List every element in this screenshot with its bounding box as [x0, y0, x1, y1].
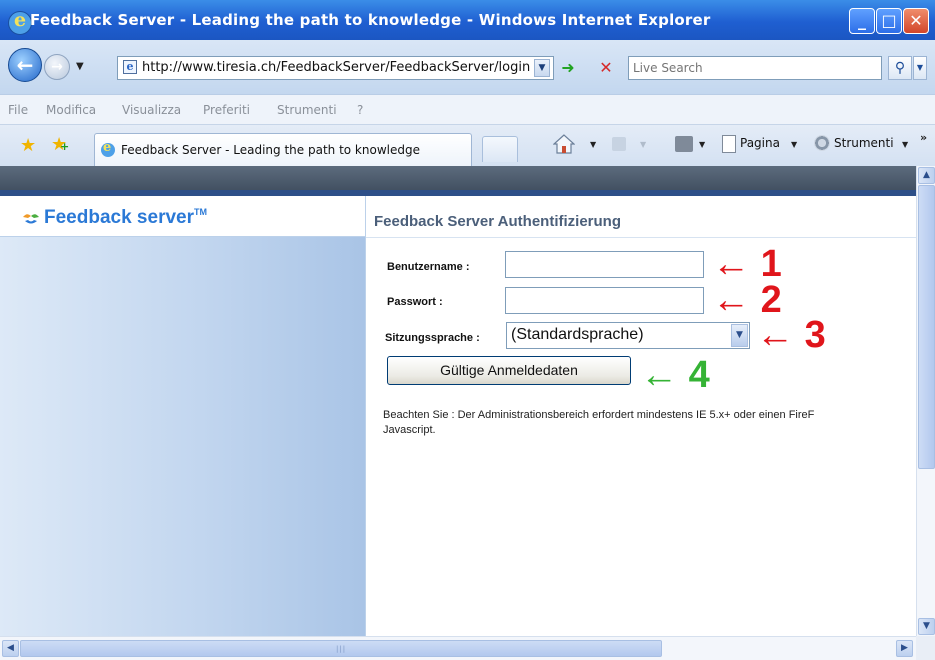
home-dropdown-icon[interactable]: ▼: [590, 140, 596, 149]
browser-requirement-note: Beachten Sie : Der Administrationsbereic…: [383, 408, 916, 438]
search-options-dropdown-icon[interactable]: ▼: [913, 56, 927, 80]
page-content: Feedback serverTM Feedback Server Authen…: [0, 166, 916, 636]
scroll-up-icon[interactable]: ▲: [918, 167, 935, 184]
column-divider: [365, 196, 366, 636]
note-line-2: Javascript.: [383, 424, 436, 436]
language-select[interactable]: (Standardsprache) ▼: [506, 322, 750, 349]
select-dropdown-icon[interactable]: ▼: [731, 324, 748, 347]
address-url[interactable]: http://www.tiresia.ch/FeedbackServer/Fee…: [142, 60, 542, 75]
menu-visualizza[interactable]: Visualizza: [122, 103, 181, 117]
page-favicon-icon: e: [123, 60, 137, 74]
stop-button[interactable]: ✕: [596, 58, 616, 78]
username-label: Benutzername :: [387, 261, 470, 273]
address-toolbar: ← → ▼ e http://www.tiresia.ch/FeedbackSe…: [0, 40, 935, 95]
maximize-button[interactable]: □: [876, 8, 902, 34]
login-submit-button[interactable]: Gültige Anmeldedaten: [387, 356, 631, 385]
close-button[interactable]: ✕: [903, 8, 929, 34]
home-icon[interactable]: [553, 134, 575, 154]
menu-preferiti[interactable]: Preferiti: [203, 103, 250, 117]
window-titlebar: Feedback Server - Leading the path to kn…: [0, 0, 935, 40]
forward-button[interactable]: →: [44, 54, 70, 80]
annotation-arrow-4: ← 4: [640, 354, 710, 396]
language-selected-value: (Standardsprache): [511, 326, 644, 343]
scroll-down-icon[interactable]: ▼: [918, 618, 935, 635]
logo-trademark: TM: [194, 207, 207, 217]
window-title: Feedback Server - Leading the path to kn…: [30, 11, 711, 29]
annotation-arrow-1: ← 1: [712, 243, 782, 285]
logo-text: Feedback serverTM: [44, 207, 207, 228]
minimize-button[interactable]: _: [849, 8, 875, 34]
tools-gear-icon: [814, 135, 830, 151]
scrollbar-corner: [916, 636, 935, 660]
password-input[interactable]: [505, 287, 704, 314]
back-button[interactable]: ←: [8, 48, 42, 82]
page-menu[interactable]: Pagina: [740, 136, 780, 150]
tab-label: Feedback Server - Leading the path to kn…: [121, 143, 420, 157]
annotation-arrow-3: ← 3: [756, 314, 826, 356]
print-dropdown-icon[interactable]: ▼: [699, 140, 705, 149]
page-top-banner: [0, 166, 916, 196]
menu-strumenti[interactable]: Strumenti: [277, 103, 337, 117]
print-icon[interactable]: [675, 136, 693, 152]
annotation-number-3: 3: [804, 314, 826, 356]
title-divider: [366, 237, 916, 238]
menu-help[interactable]: ?: [357, 103, 363, 117]
back-arrow-icon: ←: [16, 53, 34, 77]
internet-explorer-icon: [8, 9, 32, 35]
live-search-box[interactable]: [628, 56, 882, 80]
auth-page-title: Feedback Server Authentifizierung: [374, 213, 622, 230]
feedback-logo-icon: [23, 214, 39, 224]
new-tab-button[interactable]: [482, 136, 518, 162]
menu-bar: File Modifica Visualizza Preferiti Strum…: [0, 95, 935, 125]
feeds-icon[interactable]: [612, 137, 626, 151]
menu-modifica[interactable]: Modifica: [46, 103, 96, 117]
left-sidebar-panel: [0, 237, 365, 636]
scroll-grip-icon: |||: [336, 645, 347, 653]
more-commands-chevron-icon[interactable]: »: [920, 131, 927, 144]
forward-arrow-icon: →: [51, 59, 63, 75]
address-bar[interactable]: e http://www.tiresia.ch/FeedbackServer/F…: [117, 56, 554, 80]
history-dropdown-icon[interactable]: ▼: [76, 61, 84, 72]
scroll-right-icon[interactable]: ▶: [896, 640, 913, 657]
tools-menu[interactable]: Strumenti: [834, 136, 894, 150]
language-label: Sitzungssprache :: [385, 332, 480, 344]
go-button[interactable]: ➜: [558, 58, 578, 78]
search-button[interactable]: ⚲: [888, 56, 912, 80]
vertical-scroll-thumb[interactable]: [918, 185, 935, 469]
horizontal-scrollbar[interactable]: ◀ ||| ▶: [0, 636, 916, 660]
tab-feedback-server[interactable]: Feedback Server - Leading the path to kn…: [94, 133, 472, 166]
feeds-dropdown-icon: ▼: [640, 140, 647, 149]
horizontal-scroll-thumb[interactable]: |||: [20, 640, 662, 657]
tab-command-bar: ★ ★ Feedback Server - Leading the path t…: [0, 125, 935, 167]
tools-dropdown-icon[interactable]: ▼: [902, 140, 908, 149]
vertical-scrollbar[interactable]: ▲ ▼: [916, 166, 935, 636]
stop-icon: ✕: [599, 58, 613, 77]
note-line-1: Beachten Sie : Der Administrationsbereic…: [383, 409, 815, 421]
scroll-left-icon[interactable]: ◀: [2, 640, 19, 657]
add-favorites-icon[interactable]: ★: [51, 134, 69, 155]
menu-file[interactable]: File: [8, 103, 28, 117]
search-input[interactable]: [633, 60, 873, 76]
favorites-star-icon[interactable]: ★: [20, 135, 36, 156]
page-dropdown-icon[interactable]: ▼: [791, 140, 797, 149]
logo-header: Feedback serverTM: [0, 196, 365, 237]
tab-ie-icon: [101, 140, 115, 157]
username-input[interactable]: [505, 251, 704, 278]
go-arrow-icon: ➜: [561, 58, 575, 77]
page-icon: [722, 135, 736, 153]
annotation-number-4: 4: [688, 354, 710, 396]
search-icon: ⚲: [894, 60, 906, 76]
password-label: Passwort :: [387, 296, 443, 308]
address-dropdown-icon[interactable]: ▼: [534, 59, 550, 77]
